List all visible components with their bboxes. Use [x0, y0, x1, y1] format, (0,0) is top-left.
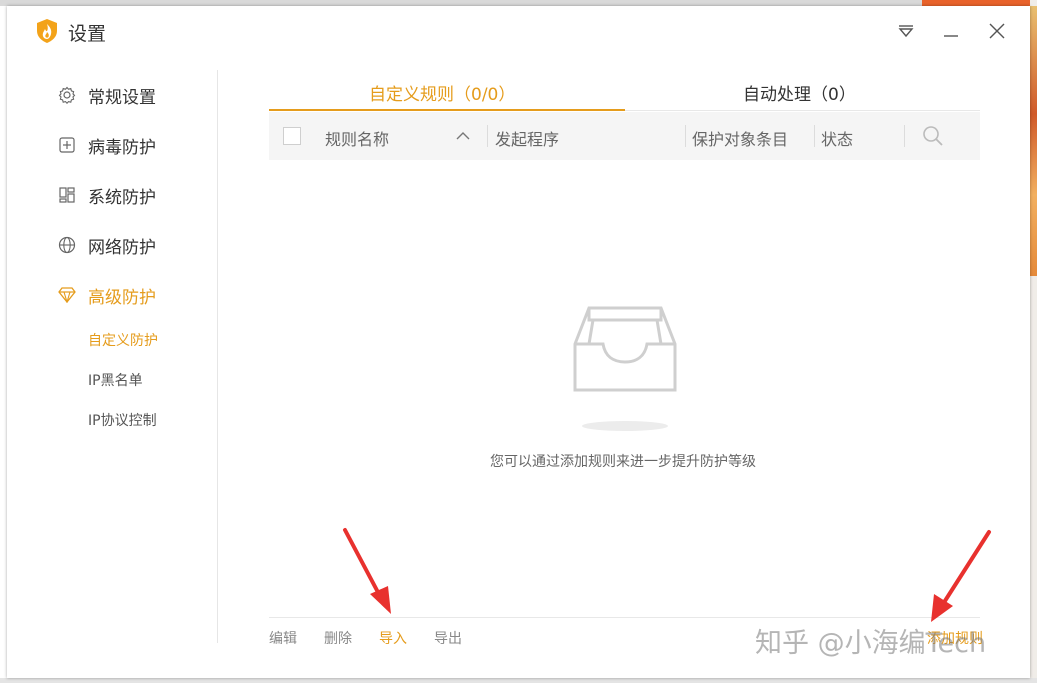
tab-auto-handle[interactable]: 自动处理（0）	[743, 80, 856, 105]
plus-square-icon	[57, 135, 77, 155]
column-separator	[904, 125, 905, 147]
gear-icon	[57, 85, 77, 105]
export-button[interactable]: 导出	[434, 628, 462, 648]
minimize-button[interactable]	[938, 18, 964, 44]
grid-icon	[57, 185, 77, 205]
column-header-protected-items[interactable]: 保护对象条目	[692, 126, 788, 150]
sidebar-item-advanced-protection[interactable]: 高级防护	[57, 280, 156, 310]
search-icon[interactable]	[922, 125, 944, 147]
title-bar: 设置	[7, 6, 1030, 56]
sidebar-item-label: 网络防护	[88, 237, 156, 258]
triangle-menu-icon	[898, 25, 914, 38]
empty-inbox-icon	[573, 306, 677, 392]
background-bottom-strip	[0, 678, 1037, 683]
column-header-status[interactable]: 状态	[821, 126, 853, 150]
empty-icon-shadow	[582, 421, 668, 431]
column-header-initiator[interactable]: 发起程序	[495, 126, 559, 150]
sidebar-subitem-ip-blacklist[interactable]: IP黑名单	[88, 370, 143, 390]
tab-divider-line	[625, 110, 980, 111]
column-separator	[685, 125, 686, 147]
sidebar-item-virus-protection[interactable]: 病毒防护	[57, 130, 156, 160]
sidebar-item-label: 高级防护	[88, 287, 156, 308]
window-title: 设置	[68, 23, 107, 45]
sidebar-subitem-custom-protection[interactable]: 自定义防护	[88, 330, 158, 350]
column-separator	[487, 125, 488, 147]
sidebar-subitem-ip-protocol-control[interactable]: IP协议控制	[88, 410, 157, 430]
import-button[interactable]: 导入	[379, 628, 407, 648]
sort-ascending-icon[interactable]	[456, 131, 470, 141]
tab-active-indicator	[269, 109, 625, 111]
diamond-icon	[57, 285, 77, 305]
flame-shield-logo-icon	[37, 19, 57, 43]
column-header-rule-name[interactable]: 规则名称	[325, 126, 389, 150]
select-all-checkbox[interactable]	[283, 127, 301, 145]
sidebar-item-label: 常规设置	[88, 87, 156, 108]
background-banner-strip	[1030, 6, 1037, 276]
sidebar-item-system-protection[interactable]: 系统防护	[57, 180, 156, 210]
sidebar-item-network-protection[interactable]: 网络防护	[57, 230, 156, 260]
sidebar-divider	[217, 70, 218, 643]
settings-window: 设置 常规设置 病毒防护 系统防护 网络防护 高级防护 自定义防护 IP黑名单 …	[7, 6, 1030, 678]
delete-button[interactable]: 删除	[324, 628, 352, 648]
edit-button[interactable]: 编辑	[269, 628, 297, 648]
globe-icon	[57, 235, 77, 255]
close-icon	[989, 23, 1005, 39]
red-arrow-import-icon	[343, 528, 391, 614]
sidebar-item-label: 病毒防护	[88, 137, 156, 158]
sidebar-item-label: 系统防护	[88, 187, 156, 208]
table-header: 规则名称 发起程序 保护对象条目 状态	[269, 112, 980, 160]
close-button[interactable]	[984, 18, 1010, 44]
red-arrow-add-rule-icon	[931, 530, 991, 622]
menu-dropdown-button[interactable]	[893, 18, 919, 44]
empty-state-message: 您可以通过添加规则来进一步提升防护等级	[490, 454, 756, 470]
sidebar-item-general-settings[interactable]: 常规设置	[57, 80, 156, 110]
column-separator	[814, 125, 815, 147]
tab-custom-rules[interactable]: 自定义规则（0/0）	[369, 80, 515, 105]
minimize-icon	[944, 35, 958, 37]
watermark-text: 知乎 @小海编Tech	[755, 628, 987, 659]
